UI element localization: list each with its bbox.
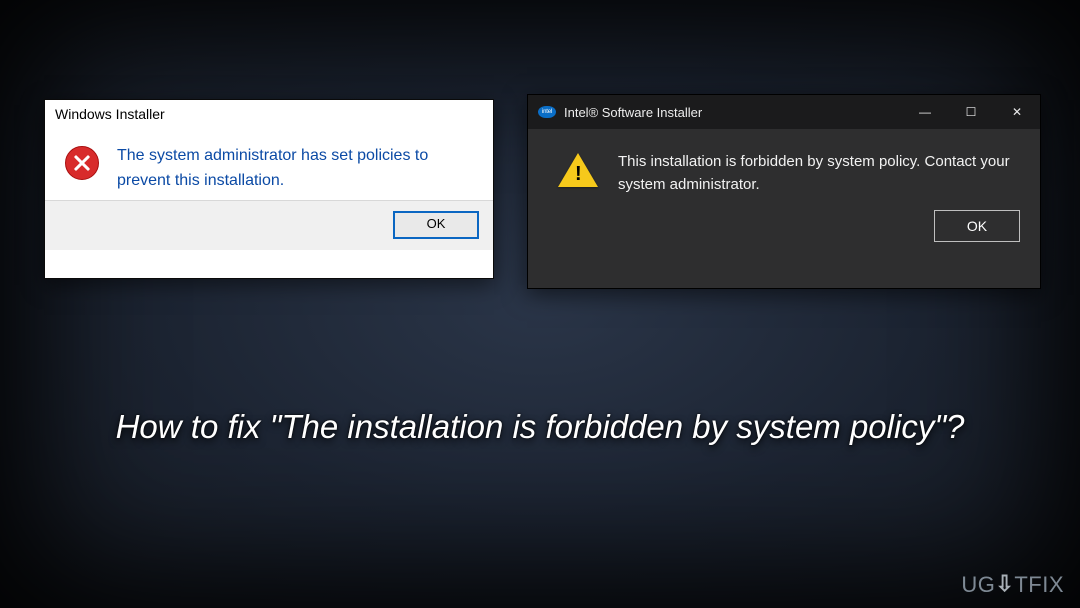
dialog-title: Windows Installer	[45, 100, 493, 132]
dialog-footer: OK	[528, 204, 1040, 242]
ok-button[interactable]: OK	[393, 211, 479, 239]
dialog-body: The system administrator has set policie…	[45, 132, 493, 200]
download-icon: ⇩	[995, 571, 1014, 597]
watermark-prefix: UG	[961, 572, 995, 598]
dialog-body: This installation is forbidden by system…	[528, 129, 1040, 204]
dialog-titlebar: Intel® Software Installer — ☐ ✕	[528, 95, 1040, 129]
dialog-footer: OK	[45, 200, 493, 250]
watermark-suffix: TFIX	[1014, 572, 1064, 598]
maximize-button[interactable]: ☐	[948, 95, 994, 129]
intel-logo-icon	[538, 106, 556, 118]
ok-button[interactable]: OK	[934, 210, 1020, 242]
dialog-message: The system administrator has set policie…	[117, 142, 473, 194]
minimize-button[interactable]: —	[902, 95, 948, 129]
article-headline: How to fix "The installation is forbidde…	[0, 408, 1080, 446]
site-watermark: UG⇩TFIX	[961, 572, 1064, 598]
error-icon	[65, 146, 99, 180]
window-controls: — ☐ ✕	[902, 95, 1040, 129]
close-button[interactable]: ✕	[994, 95, 1040, 129]
dialog-message: This installation is forbidden by system…	[618, 151, 1010, 196]
warning-icon	[558, 153, 598, 187]
intel-installer-dialog: Intel® Software Installer — ☐ ✕ This ins…	[527, 94, 1041, 289]
windows-installer-dialog: Windows Installer The system administrat…	[44, 99, 494, 279]
dialog-title: Intel® Software Installer	[564, 105, 702, 120]
